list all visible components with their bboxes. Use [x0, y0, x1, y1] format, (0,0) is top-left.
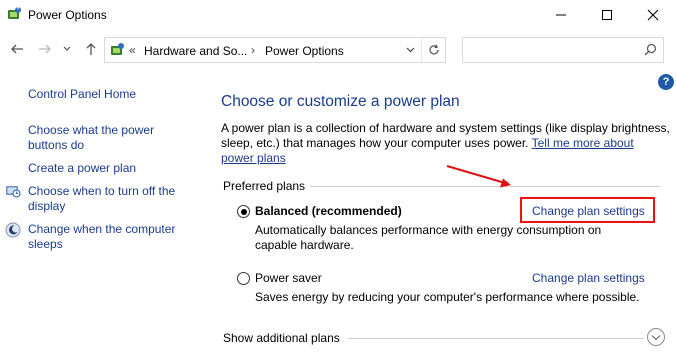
sidebar-item-power-buttons[interactable]: Choose what the power buttons do [28, 123, 154, 153]
balanced-plan-radio[interactable] [237, 205, 250, 218]
display-clock-icon [5, 183, 21, 199]
power-options-icon [6, 6, 22, 22]
recent-locations-icon[interactable] [61, 40, 73, 58]
power-saver-plan-name[interactable]: Power saver [255, 271, 322, 285]
sidebar-item-label[interactable]: sleeps [28, 237, 175, 252]
power-saver-plan-description: Saves energy by reducing your computer's… [255, 290, 640, 305]
sleep-moon-icon [5, 222, 21, 238]
section-divider [348, 338, 644, 339]
expand-chevron-icon[interactable] [647, 328, 665, 346]
title-bar: Power Options [0, 0, 676, 30]
up-arrow-icon[interactable] [82, 40, 100, 58]
description-text: sleep, etc.) that manages how your compu… [221, 136, 529, 150]
plan-description-line: capable hardware. [255, 238, 354, 252]
sidebar-item-turn-off-display[interactable]: Choose when to turn off the display [28, 184, 175, 214]
search-icon [644, 43, 657, 59]
power-plans-link[interactable]: power plans [221, 151, 286, 165]
annotation-arrow-icon [446, 165, 511, 188]
annotation-highlight-box [520, 197, 655, 223]
balanced-plan-name[interactable]: Balanced (recommended) [255, 204, 402, 218]
description-line: sleep, etc.) that manages how your compu… [221, 136, 671, 151]
forward-arrow-icon[interactable] [36, 40, 54, 58]
refresh-icon[interactable] [421, 38, 445, 62]
search-input[interactable] [462, 37, 664, 63]
sidebar-item-label[interactable]: Create a power plan [28, 161, 136, 176]
sidebar-item-computer-sleeps[interactable]: Change when the computer sleeps [28, 222, 175, 252]
tell-me-more-link[interactable]: Tell me more about [532, 136, 634, 150]
sidebar-item-control-panel-home[interactable]: Control Panel Home [28, 87, 136, 102]
address-dropdown-icon[interactable] [401, 38, 419, 62]
maximize-button[interactable] [584, 0, 630, 30]
page-description: A power plan is a collection of hardware… [221, 121, 671, 166]
sidebar-item-label[interactable]: Change when the computer [28, 222, 175, 237]
sidebar-item-label[interactable]: Choose what the power [28, 123, 154, 138]
address-bar[interactable]: « Hardware and So... › Power Options [104, 37, 446, 63]
close-button[interactable] [630, 0, 676, 30]
sidebar-item-label[interactable]: Control Panel Home [28, 87, 136, 102]
power-options-icon [109, 42, 125, 58]
plan-description-line: Automatically balances performance with … [255, 223, 602, 237]
breadcrumb-separator-icon[interactable]: › [251, 43, 255, 57]
preferred-plans-heading: Preferred plans [223, 179, 310, 193]
help-button[interactable]: ? [658, 74, 674, 90]
window-title: Power Options [28, 8, 107, 22]
power-saver-plan-radio[interactable] [237, 272, 250, 285]
breadcrumb-hardware-and-sound[interactable]: Hardware and So... [144, 44, 247, 58]
navigation-bar: « Hardware and So... › Power Options [0, 34, 676, 66]
minimize-button[interactable] [538, 0, 584, 30]
sidebar-item-create-plan[interactable]: Create a power plan [28, 161, 136, 176]
show-additional-plans-label[interactable]: Show additional plans [223, 331, 340, 345]
plan-description-line: Saves energy by reducing your computer's… [255, 290, 640, 304]
page-title: Choose or customize a power plan [221, 93, 460, 110]
sidebar-item-label[interactable]: Choose when to turn off the [28, 184, 175, 199]
breadcrumb-power-options[interactable]: Power Options [265, 44, 344, 58]
sidebar-item-label[interactable]: buttons do [28, 138, 154, 153]
sidebar-item-label[interactable]: display [28, 199, 175, 214]
overflow-chevron-icon[interactable]: « [129, 43, 136, 57]
power-saver-change-plan-settings-link[interactable]: Change plan settings [532, 271, 645, 285]
description-line: A power plan is a collection of hardware… [221, 121, 670, 135]
balanced-plan-description: Automatically balances performance with … [255, 223, 601, 253]
back-arrow-icon[interactable] [8, 40, 26, 58]
